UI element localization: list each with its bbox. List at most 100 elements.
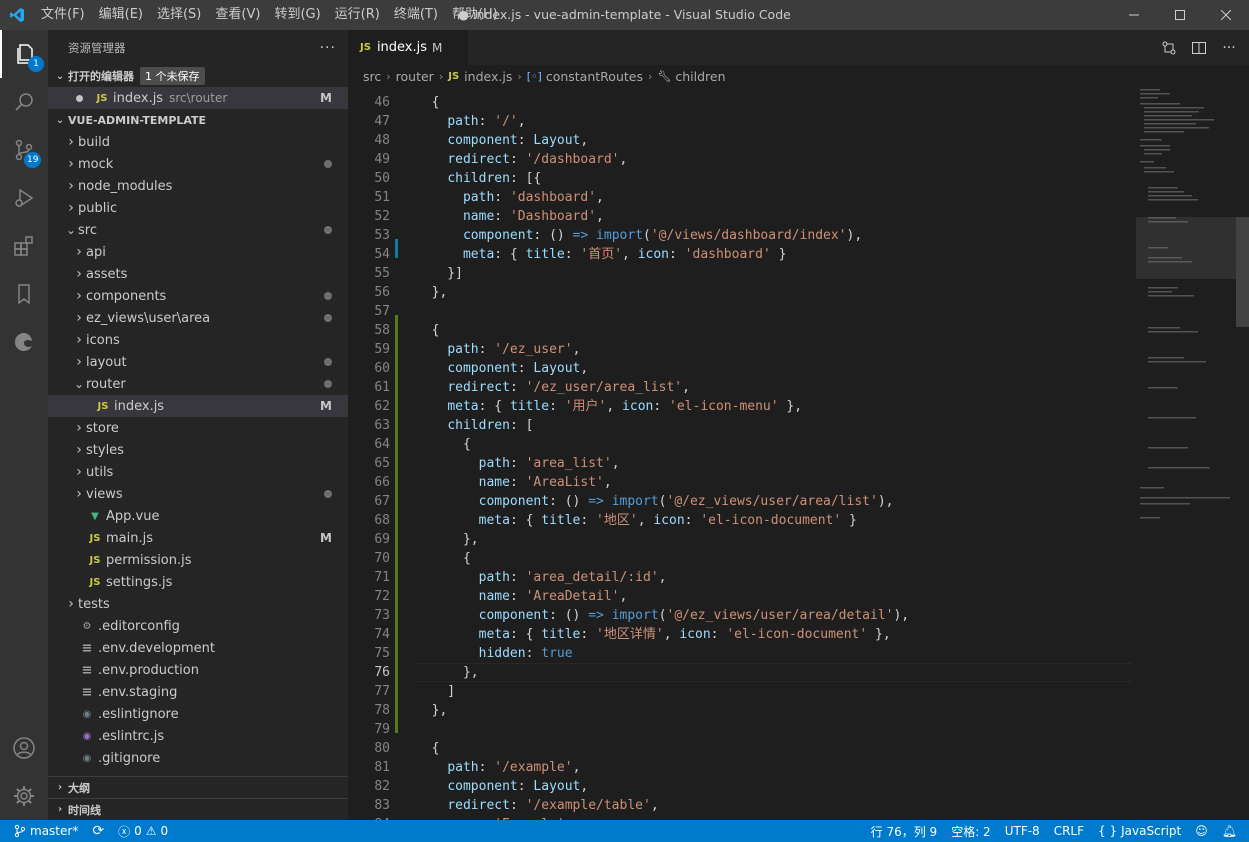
- file-tree: › build › mock › node_modules › public ⌄ src › api ›…: [48, 131, 348, 769]
- tree-item[interactable]: › tests: [48, 593, 348, 615]
- tree-item[interactable]: JS permission.js: [48, 549, 348, 571]
- language-mode-status[interactable]: { } JavaScript: [1091, 820, 1188, 842]
- explorer-title: 资源管理器: [68, 40, 126, 55]
- tree-item[interactable]: ◉ .eslintrc.js: [48, 725, 348, 747]
- tree-item[interactable]: ◉ .eslintignore: [48, 703, 348, 725]
- menu-item-6[interactable]: 终端(T): [387, 0, 445, 30]
- tree-item[interactable]: › store: [48, 417, 348, 439]
- tree-item[interactable]: ≡ .env.production: [48, 659, 348, 681]
- tree-item[interactable]: › layout: [48, 351, 348, 373]
- scrollbar-thumb[interactable]: [1236, 217, 1249, 327]
- tree-item[interactable]: › ez_views\user\area: [48, 307, 348, 329]
- search-icon[interactable]: [0, 78, 48, 126]
- tree-item[interactable]: › node_modules: [48, 175, 348, 197]
- line-number: 67: [374, 494, 390, 509]
- maximize-button[interactable]: [1157, 0, 1203, 30]
- more-actions-icon[interactable]: ···: [1217, 40, 1241, 56]
- outline-section[interactable]: › 大纲: [48, 776, 348, 798]
- split-editor-icon[interactable]: [1187, 40, 1211, 56]
- menu-item-4[interactable]: 转到(G): [267, 0, 327, 30]
- tree-item[interactable]: › assets: [48, 263, 348, 285]
- close-window-button[interactable]: [1203, 0, 1249, 30]
- code-token: path: [447, 342, 479, 357]
- code-token: {: [416, 323, 440, 338]
- code-line: {: [416, 435, 471, 454]
- tree-item[interactable]: ⌄ router: [48, 373, 348, 395]
- tree-item[interactable]: ⌄ src: [48, 219, 348, 241]
- bookmark-icon[interactable]: [0, 270, 48, 318]
- code-token: component: [447, 361, 518, 376]
- tree-item[interactable]: JS main.js M: [48, 527, 348, 549]
- open-editor-item[interactable]: JS index.js src\router M: [48, 87, 348, 109]
- tree-item[interactable]: ◉ .gitignore: [48, 747, 348, 769]
- breadcrumb-symbol[interactable]: constantRoutes: [546, 69, 643, 84]
- timeline-section[interactable]: › 时间线: [48, 798, 348, 820]
- eol-status[interactable]: CRLF: [1047, 820, 1091, 842]
- edge-devtools-icon[interactable]: [0, 318, 48, 366]
- tree-item[interactable]: › icons: [48, 329, 348, 351]
- tab-label: index.js: [376, 40, 428, 55]
- run-debug-icon[interactable]: [0, 174, 48, 222]
- menu-item-1[interactable]: 编辑(E): [92, 0, 150, 30]
- extensions-icon[interactable]: [0, 222, 48, 270]
- menu-item-7[interactable]: 帮助(H): [445, 0, 505, 30]
- breadcrumb-router[interactable]: router: [396, 69, 434, 84]
- minimize-button[interactable]: [1111, 0, 1157, 30]
- code-editor[interactable]: 46 47 48 49 50 51 52 53 54 55 56 57 58 59 60 61 62 63 64 65…: [348, 87, 1249, 820]
- settings-gear-icon[interactable]: [0, 772, 48, 820]
- modified-flag: M: [320, 399, 332, 413]
- tree-item[interactable]: › views: [48, 483, 348, 505]
- code-token: },: [867, 627, 891, 642]
- open-editors-section[interactable]: ⌄ 打开的编辑器 1 个未保存: [48, 65, 348, 87]
- code-line: meta: { title: '用户', icon: 'el-icon-menu…: [416, 397, 802, 416]
- minimap[interactable]: [1136, 87, 1236, 820]
- tree-item[interactable]: › public: [48, 197, 348, 219]
- line-number: 72: [374, 589, 390, 604]
- tree-item[interactable]: JS index.js M: [48, 395, 348, 417]
- cursor-position-status[interactable]: 行 76，列 9: [864, 820, 945, 842]
- explorer-icon[interactable]: 1: [0, 30, 48, 78]
- code-token: ,: [650, 798, 659, 813]
- tree-item[interactable]: › mock: [48, 153, 348, 175]
- tree-item[interactable]: JS settings.js: [48, 571, 348, 593]
- encoding-status[interactable]: UTF-8: [998, 820, 1047, 842]
- breadcrumb-src[interactable]: src: [363, 69, 381, 84]
- tree-item[interactable]: ≡ .env.development: [48, 637, 348, 659]
- menu-item-0[interactable]: 文件(F): [34, 0, 92, 30]
- breadcrumb-file[interactable]: index.js: [464, 69, 512, 84]
- tree-item[interactable]: ▼ App.vue: [48, 505, 348, 527]
- tree-item[interactable]: › styles: [48, 439, 348, 461]
- more-actions-icon[interactable]: ···: [320, 40, 336, 56]
- notifications-button[interactable]: 🔔︎: [1215, 820, 1249, 842]
- tree-item[interactable]: ≡ .env.staging: [48, 681, 348, 703]
- menu-item-2[interactable]: 选择(S): [150, 0, 208, 30]
- indentation-status[interactable]: 空格: 2: [944, 820, 998, 842]
- changes-dot-icon: [324, 380, 332, 388]
- tree-item[interactable]: › utils: [48, 461, 348, 483]
- tree-item[interactable]: ⚙ .editorconfig: [48, 615, 348, 637]
- breadcrumb-property[interactable]: children: [675, 69, 725, 84]
- feedback-button[interactable]: ☺: [1188, 820, 1215, 842]
- menu-item-5[interactable]: 运行(R): [328, 0, 387, 30]
- code-token: :: [580, 627, 597, 642]
- tree-item[interactable]: › api: [48, 241, 348, 263]
- chevron-down-icon: ⌄: [55, 70, 65, 82]
- code-token: icon: [679, 627, 711, 642]
- env-file-icon: ≡: [81, 640, 93, 656]
- git-branch-status[interactable]: master*: [0, 820, 85, 842]
- code-token: component: [447, 779, 518, 794]
- chevron-right-icon: ›: [517, 69, 522, 83]
- tree-item[interactable]: › build: [48, 131, 348, 153]
- sync-button[interactable]: ⟳: [85, 820, 111, 842]
- source-control-icon[interactable]: 19: [0, 126, 48, 174]
- project-section[interactable]: ⌄ VUE-ADMIN-TEMPLATE: [48, 109, 348, 131]
- vertical-scrollbar[interactable]: [1236, 87, 1249, 820]
- tab-index-js[interactable]: JS index.js M: [348, 30, 468, 65]
- problems-status[interactable]: ⓧ 0 ⚠ 0: [111, 820, 175, 842]
- menu-item-3[interactable]: 查看(V): [208, 0, 267, 30]
- accounts-icon[interactable]: [0, 724, 48, 772]
- open-changes-icon[interactable]: [1157, 40, 1181, 56]
- tree-item[interactable]: › components: [48, 285, 348, 307]
